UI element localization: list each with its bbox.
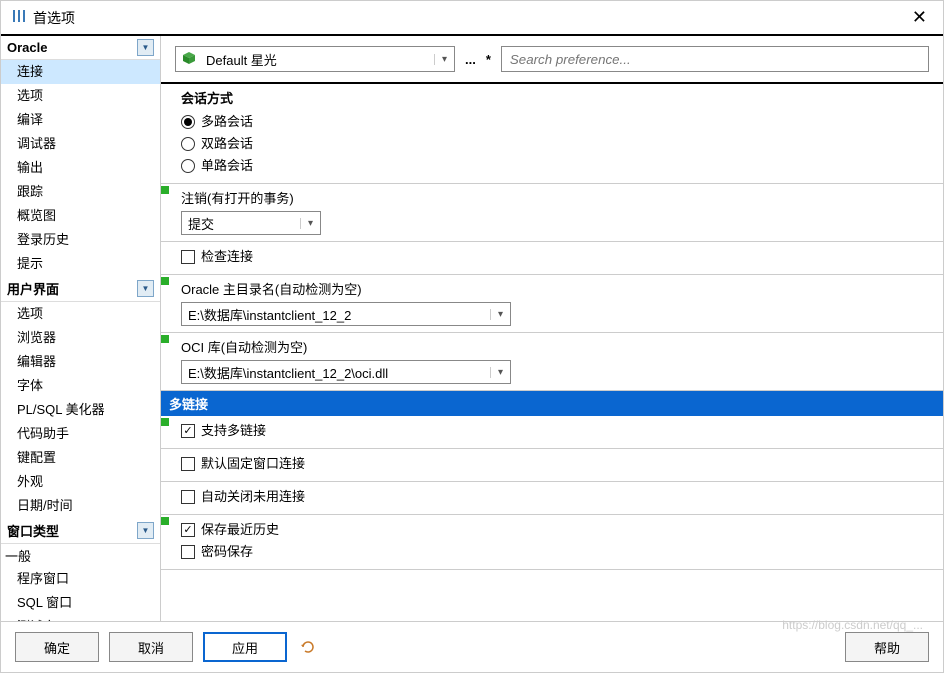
chevron-down-icon[interactable]: ▼ (137, 522, 154, 539)
tree-group-window-type[interactable]: 窗口类型 ▼ (1, 518, 160, 544)
help-button[interactable]: 帮助 (845, 632, 929, 662)
logoff-select[interactable]: 提交 ▾ (181, 211, 321, 235)
chevron-down-icon[interactable]: ▾ (434, 54, 454, 65)
checkbox-icon (181, 490, 195, 504)
chevron-down-icon[interactable]: ▾ (490, 367, 510, 378)
checkbox-icon: ✓ (181, 424, 195, 438)
tree-item[interactable]: 字体 (1, 374, 160, 398)
chevron-down-icon[interactable]: ▾ (300, 218, 320, 229)
select-value: E:\数据库\instantclient_12_2\oci.dll (182, 363, 490, 382)
cube-icon (182, 51, 196, 68)
oracle-home-select[interactable]: E:\数据库\instantclient_12_2 ▾ (181, 302, 511, 326)
checkbox-label: 支持多链接 (201, 420, 266, 442)
watermark: https://blog.csdn.net/qq_... (782, 618, 923, 632)
checkbox-label: 密码保存 (201, 541, 253, 563)
select-value: E:\数据库\instantclient_12_2 (182, 305, 490, 324)
auto-close-checkbox[interactable]: 自动关闭未用连接 (181, 486, 935, 508)
modified-indicator: * (486, 52, 491, 67)
tree-item[interactable]: SQL 窗口 (1, 591, 160, 615)
tree-group-label: 用户界面 (7, 279, 59, 298)
section-marker-modified (161, 186, 169, 194)
tree-group-ui[interactable]: 用户界面 ▼ (1, 276, 160, 302)
radio-option[interactable]: 多路会话 (181, 111, 935, 133)
tree-item[interactable]: 提示 (1, 252, 160, 276)
title-bar: 首选项 ✕ (1, 1, 943, 36)
cancel-button[interactable]: 取消 (109, 632, 193, 662)
section-title: 注销(有打开的事务) (181, 188, 935, 207)
checkbox-icon (181, 457, 195, 471)
radio-option[interactable]: 双路会话 (181, 133, 935, 155)
reset-icon[interactable] (297, 636, 319, 658)
chevron-down-icon[interactable]: ▼ (137, 39, 154, 56)
default-fixed-checkbox[interactable]: 默认固定窗口连接 (181, 453, 935, 475)
checkbox-label: 默认固定窗口连接 (201, 453, 305, 475)
chevron-down-icon[interactable]: ▾ (490, 309, 510, 320)
checkbox-label: 检查连接 (201, 246, 253, 268)
tree-group-label: Oracle (7, 40, 47, 55)
oci-lib-select[interactable]: E:\数据库\instantclient_12_2\oci.dll ▾ (181, 360, 511, 384)
section-title: Oracle 主目录名(自动检测为空) (181, 279, 935, 298)
radio-label: 多路会话 (201, 111, 253, 133)
section-marker-modified (161, 418, 169, 426)
radio-icon (181, 159, 195, 173)
toolbar: Default 星光 ▾ ... * (161, 36, 943, 82)
tree-item[interactable]: 调试器 (1, 132, 160, 156)
tree-item[interactable]: 选项 (1, 84, 160, 108)
radio-option[interactable]: 单路会话 (181, 155, 935, 177)
tree-group-label: 窗口类型 (7, 521, 59, 540)
tree-item[interactable]: 登录历史 (1, 228, 160, 252)
tree-item[interactable]: 浏览器 (1, 326, 160, 350)
check-connection-checkbox[interactable]: 检查连接 (181, 246, 935, 268)
tree-item[interactable]: 编辑器 (1, 350, 160, 374)
ok-button[interactable]: 确定 (15, 632, 99, 662)
tree-item[interactable]: 日期/时间 (1, 494, 160, 518)
checkbox-icon (181, 545, 195, 559)
multi-connection-header: 多链接 (161, 391, 943, 416)
tree-item[interactable]: 编译 (1, 108, 160, 132)
checkbox-icon: ✓ (181, 523, 195, 537)
apply-button[interactable]: 应用 (203, 632, 287, 662)
profile-value: Default 星光 (202, 50, 434, 69)
close-button[interactable]: ✕ (906, 7, 933, 28)
section-title: 会话方式 (181, 88, 935, 107)
tree-item[interactable]: 选项 (1, 302, 160, 326)
chevron-down-icon[interactable]: ▼ (137, 280, 154, 297)
tree-group-general[interactable]: 一般 (1, 544, 160, 567)
radio-icon (181, 115, 195, 129)
window-title: 首选项 (33, 8, 906, 28)
more-button[interactable]: ... (465, 52, 476, 67)
footer: 确定 取消 应用 帮助 https://blog.csdn.net/qq_... (1, 621, 943, 672)
tree-item[interactable]: 键配置 (1, 446, 160, 470)
radio-label: 单路会话 (201, 155, 253, 177)
tree-group-oracle[interactable]: Oracle ▼ (1, 36, 160, 60)
tree-item-connection[interactable]: 连接 (1, 60, 160, 84)
section-marker-modified (161, 517, 169, 525)
section-marker (161, 86, 169, 94)
app-icon (11, 8, 27, 27)
section-title: OCI 库(自动检测为空) (181, 337, 935, 356)
profile-select[interactable]: Default 星光 ▾ (175, 46, 455, 72)
checkbox-icon (181, 250, 195, 264)
section-marker-modified (161, 335, 169, 343)
section-marker-modified (161, 277, 169, 285)
tree-item[interactable]: 输出 (1, 156, 160, 180)
content-area: 会话方式 多路会话 双路会话 单路会话 注销(有打开的事务) 提交 ▾ (161, 82, 943, 621)
tree-item[interactable]: 代码助手 (1, 422, 160, 446)
sidebar: Oracle ▼ 连接 选项 编译 调试器 输出 跟踪 概览图 登录历史 提示 … (1, 36, 161, 621)
tree-item[interactable]: 外观 (1, 470, 160, 494)
tree-item[interactable]: 概览图 (1, 204, 160, 228)
radio-icon (181, 137, 195, 151)
save-recent-checkbox[interactable]: ✓ 保存最近历史 (181, 519, 935, 541)
save-password-checkbox[interactable]: 密码保存 (181, 541, 935, 563)
checkbox-label: 自动关闭未用连接 (201, 486, 305, 508)
support-multi-checkbox[interactable]: ✓ 支持多链接 (181, 420, 935, 442)
radio-label: 双路会话 (201, 133, 253, 155)
select-value: 提交 (182, 214, 300, 233)
checkbox-label: 保存最近历史 (201, 519, 279, 541)
tree-item[interactable]: 程序窗口 (1, 567, 160, 591)
tree-item[interactable]: PL/SQL 美化器 (1, 398, 160, 422)
search-input[interactable] (501, 46, 929, 72)
tree-item[interactable]: 跟踪 (1, 180, 160, 204)
